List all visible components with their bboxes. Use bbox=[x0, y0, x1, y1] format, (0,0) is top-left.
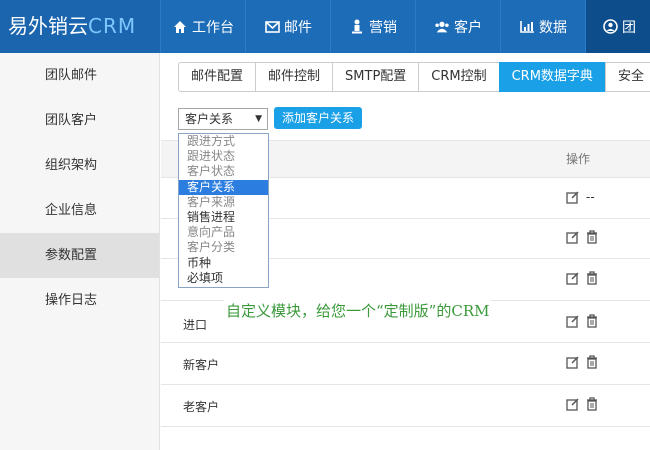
top-nav-bar: 易外销云CRM 工作台 邮件 营销 客户 数据 团 bbox=[0, 0, 650, 53]
nav-item-team[interactable]: 团 bbox=[585, 0, 650, 53]
sidebar-item-company-info[interactable]: 企业信息 bbox=[0, 188, 159, 233]
edit-icon[interactable] bbox=[566, 314, 580, 328]
sidebar-item-org-structure[interactable]: 组织架构 bbox=[0, 143, 159, 188]
select-value: 客户关系 bbox=[185, 112, 234, 126]
dropdown-option-selected[interactable]: 客户关系 bbox=[179, 179, 268, 195]
nav-item-customers[interactable]: 客户 bbox=[415, 0, 500, 53]
dropdown-option[interactable]: 币种 bbox=[179, 256, 268, 271]
chart-icon bbox=[519, 19, 535, 35]
nav-item-marketing[interactable]: 营销 bbox=[330, 0, 415, 53]
home-icon bbox=[172, 19, 188, 35]
nav-label: 营销 bbox=[369, 19, 397, 36]
nav-label: 数据 bbox=[539, 19, 567, 36]
tab-mail-control[interactable]: 邮件控制 bbox=[255, 62, 334, 92]
row-name: 进口 bbox=[183, 318, 208, 332]
dropdown-arrow-icon: ▼ bbox=[255, 114, 262, 124]
nav-label: 邮件 bbox=[284, 19, 312, 36]
app-logo[interactable]: 易外销云CRM bbox=[0, 0, 160, 53]
category-select[interactable]: 客户关系 ▼ bbox=[178, 108, 268, 130]
sidebar-item-team-mail[interactable]: 团队邮件 bbox=[0, 53, 159, 98]
row-name: 新客户 bbox=[183, 358, 220, 372]
nav-label: 客户 bbox=[454, 19, 482, 36]
no-delete-dash: -- bbox=[586, 190, 595, 204]
nav-label: 工作台 bbox=[192, 19, 234, 36]
trash-icon[interactable] bbox=[586, 271, 598, 285]
main-nav: 工作台 邮件 营销 客户 数据 团 bbox=[160, 0, 650, 53]
users-icon bbox=[434, 19, 450, 35]
user-circle-icon bbox=[602, 19, 618, 35]
trash-icon[interactable] bbox=[586, 355, 598, 369]
dropdown-option[interactable]: 必填项 bbox=[179, 271, 268, 286]
nav-label: 团 bbox=[622, 19, 636, 36]
sidebar-item-operation-log[interactable]: 操作日志 bbox=[0, 278, 159, 323]
dropdown-option[interactable]: 跟进方式 bbox=[179, 134, 268, 149]
edit-icon[interactable] bbox=[566, 230, 580, 244]
add-item-button[interactable]: 添加客户关系 bbox=[274, 107, 363, 129]
row-name: 老客户 bbox=[183, 400, 220, 414]
trash-icon[interactable] bbox=[586, 230, 598, 244]
nav-item-workbench[interactable]: 工作台 bbox=[160, 0, 245, 53]
tab-smtp-config[interactable]: SMTP配置 bbox=[332, 62, 420, 92]
edit-icon[interactable] bbox=[566, 397, 580, 411]
sidebar: 团队邮件 团队客户 组织架构 企业信息 参数配置 操作日志 bbox=[0, 53, 160, 450]
sidebar-item-team-customers[interactable]: 团队客户 bbox=[0, 98, 159, 143]
trash-icon[interactable] bbox=[586, 397, 598, 411]
edit-icon[interactable] bbox=[566, 355, 580, 369]
row-actions: -- bbox=[566, 190, 601, 204]
dropdown-option[interactable]: 销售进程 bbox=[179, 210, 268, 225]
envelope-icon bbox=[264, 19, 280, 35]
nav-item-data[interactable]: 数据 bbox=[500, 0, 585, 53]
category-dropdown-list: 跟进方式 跟进状态 客户状态 客户关系 客户来源 销售进程 意向产品 客户分类 … bbox=[178, 133, 269, 288]
dropdown-option[interactable]: 跟进状态 bbox=[179, 149, 268, 164]
row-actions bbox=[566, 271, 604, 285]
tab-security[interactable]: 安全 bbox=[604, 62, 650, 92]
table-row: 老客户 bbox=[161, 384, 650, 427]
dropdown-option[interactable]: 意向产品 bbox=[179, 225, 268, 240]
row-actions bbox=[566, 355, 604, 369]
promo-caption: 自定义模块，给您一个“定制版”的CRM bbox=[224, 300, 492, 321]
tab-mail-config[interactable]: 邮件配置 bbox=[178, 62, 257, 92]
logo-text: 易外销云 bbox=[8, 14, 88, 38]
table-row: 新客户 bbox=[161, 342, 650, 385]
person-icon bbox=[349, 19, 365, 35]
edit-icon[interactable] bbox=[566, 190, 580, 204]
nav-item-mail[interactable]: 邮件 bbox=[245, 0, 330, 53]
dropdown-option[interactable]: 客户来源 bbox=[179, 195, 268, 210]
row-actions bbox=[566, 230, 604, 244]
dropdown-option[interactable]: 客户状态 bbox=[179, 164, 268, 179]
tab-crm-control[interactable]: CRM控制 bbox=[418, 62, 500, 92]
settings-tabs: 邮件配置 邮件控制 SMTP配置 CRM控制 CRM数据字典 安全 bbox=[178, 62, 650, 92]
row-actions bbox=[566, 397, 604, 411]
sidebar-item-settings[interactable]: 参数配置 bbox=[0, 233, 159, 278]
column-header-actions: 操作 bbox=[566, 152, 591, 166]
dropdown-option[interactable]: 客户分类 bbox=[179, 240, 268, 255]
logo-suffix: CRM bbox=[88, 14, 137, 38]
tab-crm-dictionary[interactable]: CRM数据字典 bbox=[498, 62, 606, 92]
trash-icon[interactable] bbox=[586, 314, 598, 328]
edit-icon[interactable] bbox=[566, 271, 580, 285]
row-actions bbox=[566, 314, 604, 328]
